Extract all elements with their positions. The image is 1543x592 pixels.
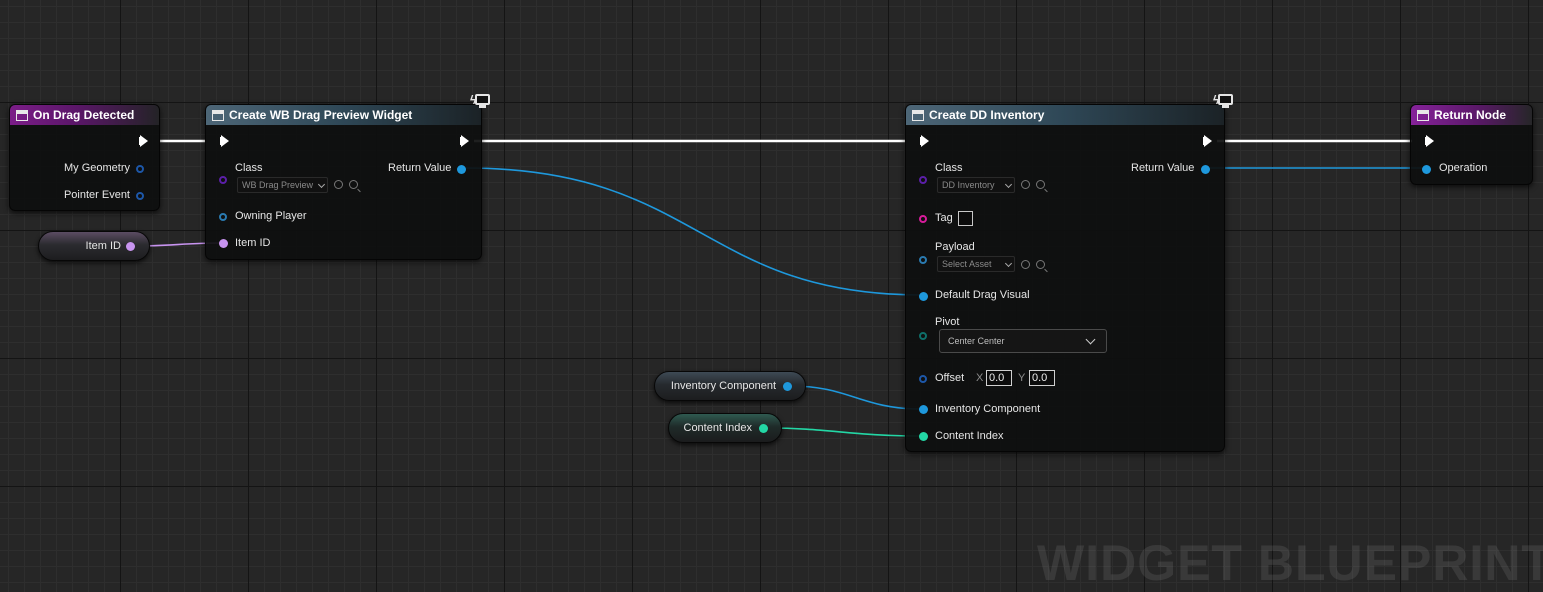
class-dropdown[interactable]: DD Inventory <box>937 177 1015 193</box>
exec-in-pin[interactable] <box>1425 135 1434 147</box>
return-node[interactable]: Return Node Operation <box>1410 104 1533 185</box>
wire-layer <box>133 139 1425 437</box>
browse-icon[interactable] <box>349 180 358 189</box>
my-geometry-pin[interactable] <box>136 165 144 173</box>
wire-content-index <box>766 427 923 437</box>
inventory-component-variable-label: Inventory Component <box>670 380 776 392</box>
payload-dropdown-value: Select Asset <box>942 259 992 269</box>
inventory-component-variable-pin[interactable] <box>783 382 792 391</box>
item-id-variable-pin[interactable] <box>126 242 135 251</box>
item-id-pin[interactable] <box>219 239 228 248</box>
item-id-variable-label: Item ID <box>85 240 121 252</box>
owning-player-pin[interactable] <box>219 213 227 221</box>
operation-label: Operation <box>1439 162 1488 174</box>
return-node-title: Return Node <box>1434 108 1506 122</box>
payload-dropdown[interactable]: Select Asset <box>937 256 1015 272</box>
use-selected-icon[interactable] <box>1021 180 1030 189</box>
content-index-pin[interactable] <box>919 432 928 441</box>
create-wb-drag-preview-title: Create WB Drag Preview Widget <box>229 108 413 122</box>
my-geometry-label: My Geometry <box>63 162 130 174</box>
exec-in-pin[interactable] <box>220 135 229 147</box>
client-only-monitor-icon: ϟ <box>1213 94 1233 112</box>
class-dropdown-value: WB Drag Preview <box>242 180 314 190</box>
browse-icon[interactable] <box>1036 260 1045 269</box>
class-pin[interactable] <box>919 176 927 184</box>
browse-icon[interactable] <box>1036 180 1045 189</box>
exec-out-pin[interactable] <box>1203 135 1212 147</box>
default-drag-visual-label: Default Drag Visual <box>935 289 1030 301</box>
pivot-pin[interactable] <box>919 332 927 340</box>
payload-pin[interactable] <box>919 256 927 264</box>
chevron-down-icon <box>1085 334 1096 345</box>
on-drag-detected-header[interactable]: On Drag Detected <box>10 105 159 125</box>
pivot-dropdown-value: Center Center <box>948 336 1005 346</box>
client-only-monitor-icon: ϟ <box>470 94 490 112</box>
offset-label: Offset <box>935 372 965 384</box>
return-node-header[interactable]: Return Node <box>1411 105 1532 125</box>
item-id-variable-node[interactable]: Item ID <box>38 231 150 261</box>
tag-label: Tag <box>935 212 953 224</box>
item-id-label: Item ID <box>235 237 271 249</box>
offset-y-axis-label: Y <box>1018 372 1026 384</box>
wire-inventory-component <box>790 385 923 410</box>
content-index-variable-pin[interactable] <box>759 424 768 433</box>
tag-pin[interactable] <box>919 215 927 223</box>
tag-checkbox[interactable] <box>958 211 973 226</box>
function-icon <box>912 109 924 121</box>
chevron-down-icon <box>1004 180 1013 189</box>
owning-player-label: Owning Player <box>235 210 307 222</box>
create-wb-drag-preview-header[interactable]: Create WB Drag Preview Widget <box>206 105 481 125</box>
class-label: Class <box>935 162 963 174</box>
class-label: Class <box>235 162 263 174</box>
exec-in-pin[interactable] <box>920 135 929 147</box>
event-icon <box>16 109 28 121</box>
pivot-label: Pivot <box>935 316 960 328</box>
use-selected-icon[interactable] <box>1021 260 1030 269</box>
pointer-event-pin[interactable] <box>136 192 144 200</box>
function-icon <box>212 109 224 121</box>
offset-y-input[interactable]: 0.0 <box>1029 370 1055 386</box>
content-index-variable-node[interactable]: Content Index <box>668 413 782 443</box>
payload-label: Payload <box>935 241 975 253</box>
content-index-label: Content Index <box>935 430 1004 442</box>
return-value-label: Return Value <box>1131 162 1195 174</box>
function-icon <box>1417 109 1429 121</box>
on-drag-detected-title: On Drag Detected <box>33 108 135 122</box>
exec-out-pin[interactable] <box>139 135 148 147</box>
create-dd-inventory-header[interactable]: Create DD Inventory <box>906 105 1224 125</box>
chevron-down-icon <box>317 180 326 189</box>
exec-out-pin[interactable] <box>460 135 469 147</box>
chevron-down-icon <box>1004 259 1013 268</box>
pointer-event-label: Pointer Event <box>63 189 130 201</box>
return-value-pin[interactable] <box>1201 165 1210 174</box>
offset-x-input[interactable]: 0.0 <box>986 370 1012 386</box>
return-value-label: Return Value <box>388 162 452 174</box>
class-dropdown[interactable]: WB Drag Preview <box>237 177 328 193</box>
wire-return-to-default-drag-visual <box>464 167 923 296</box>
default-drag-visual-pin[interactable] <box>919 292 928 301</box>
content-index-variable-label: Content Index <box>683 422 753 434</box>
class-pin[interactable] <box>219 176 227 184</box>
inventory-component-variable-node[interactable]: Inventory Component <box>654 371 806 401</box>
create-dd-inventory-node[interactable]: Create DD Inventory Class DD Inventory R… <box>905 104 1225 452</box>
return-value-pin[interactable] <box>457 165 466 174</box>
inventory-component-label: Inventory Component <box>935 403 1041 415</box>
operation-pin[interactable] <box>1422 165 1431 174</box>
pivot-dropdown[interactable]: Center Center <box>939 329 1107 353</box>
create-wb-drag-preview-node[interactable]: Create WB Drag Preview Widget Class WB D… <box>205 104 482 260</box>
class-dropdown-value: DD Inventory <box>942 180 995 190</box>
create-dd-inventory-title: Create DD Inventory <box>929 108 1045 122</box>
inventory-component-pin[interactable] <box>919 405 928 414</box>
offset-pin[interactable] <box>919 375 927 383</box>
use-selected-icon[interactable] <box>334 180 343 189</box>
on-drag-detected-node[interactable]: On Drag Detected My Geometry Pointer Eve… <box>9 104 160 211</box>
offset-x-axis-label: X <box>976 372 984 384</box>
